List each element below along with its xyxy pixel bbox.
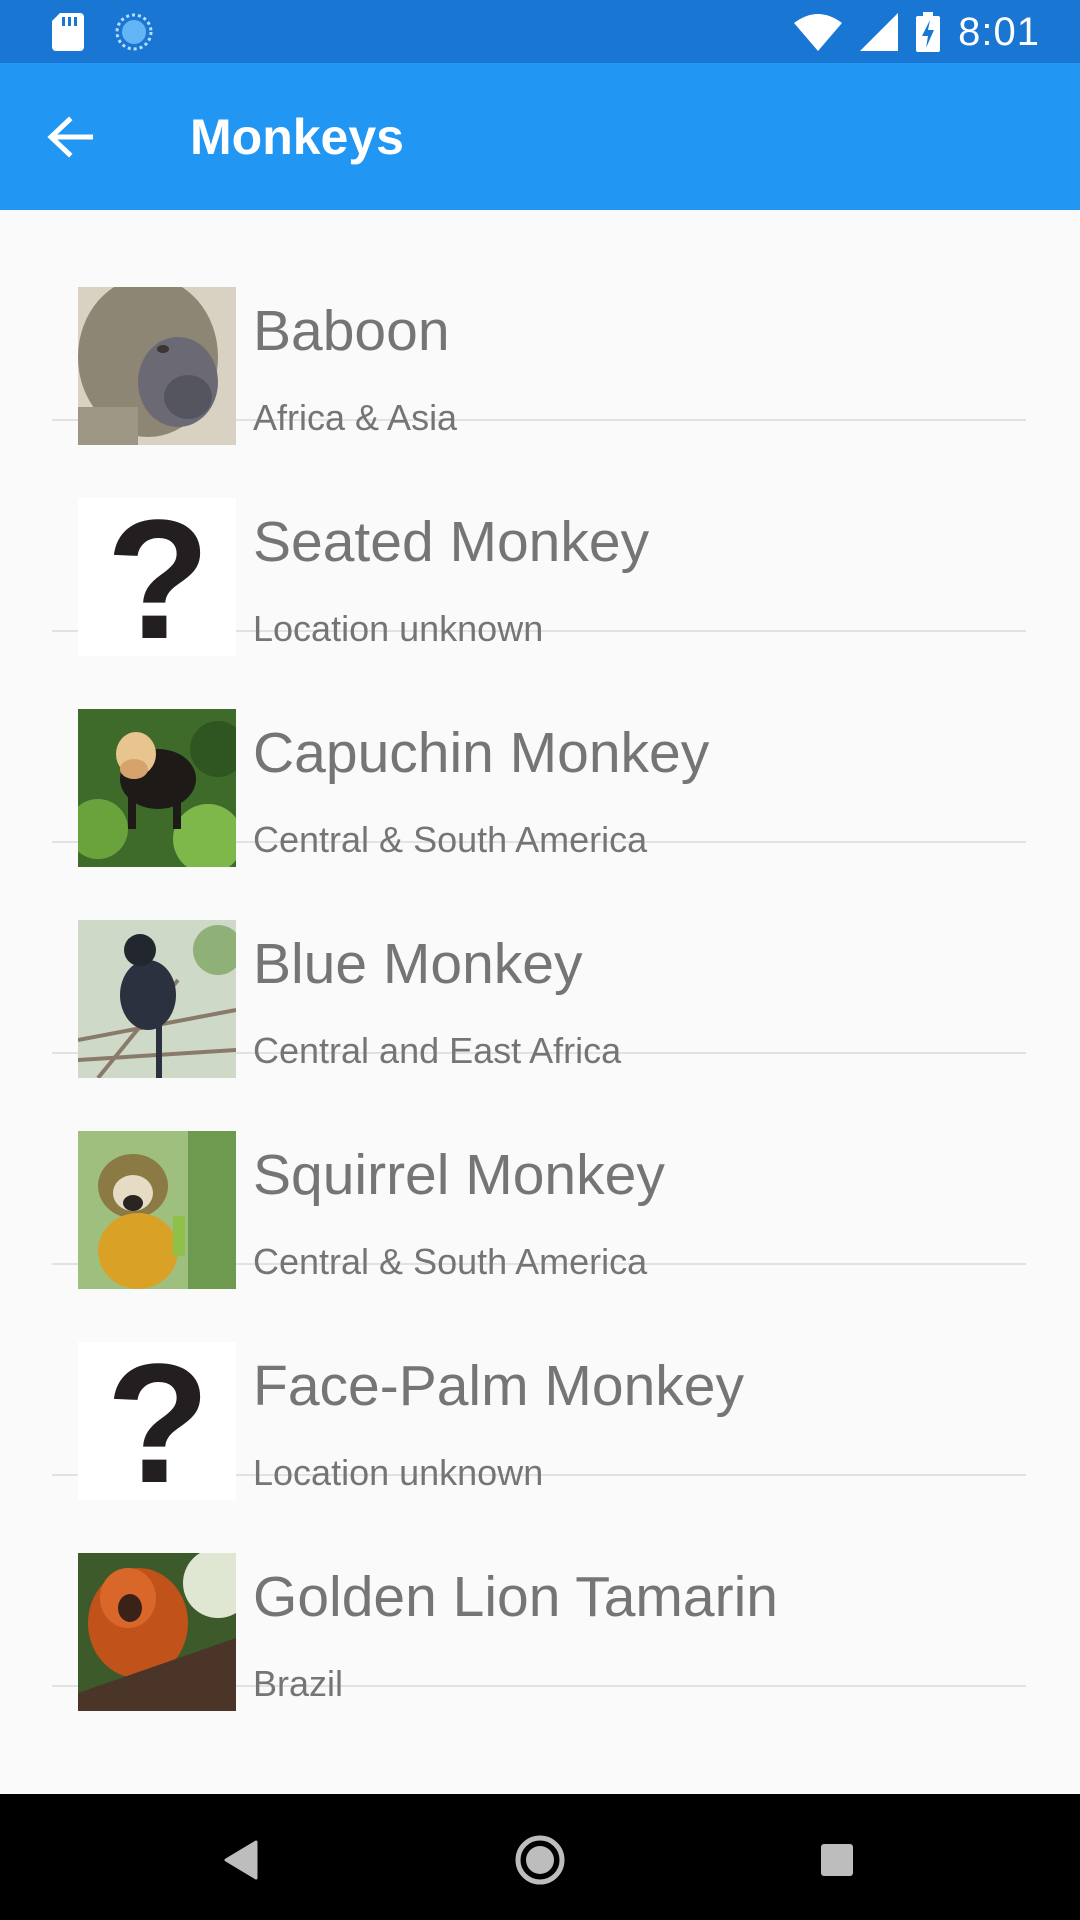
cellular-signal-icon [860, 13, 899, 51]
monkey-location: Brazil [253, 1663, 344, 1704]
monkey-name: Capuchin Monkey [253, 721, 710, 785]
app-bar: Monkeys [0, 63, 1080, 210]
list-item[interactable]: Capuchin Monkey Central & South America [52, 632, 1026, 867]
nav-recents-button[interactable] [797, 1824, 877, 1896]
monkey-name: Squirrel Monkey [253, 1143, 665, 1207]
golden-lion-tamarin-photo [78, 1553, 236, 1711]
list-item[interactable]: Blue Monkey Central and East Africa [52, 843, 1026, 1078]
list-item[interactable]: ? Seated Monkey Location unknown [52, 421, 1026, 656]
sync-icon [115, 13, 153, 51]
monkey-name: Face-Palm Monkey [253, 1354, 744, 1418]
list-item[interactable]: Baboon Africa & Asia [52, 210, 1026, 445]
sd-card-icon [52, 13, 84, 51]
monkey-name: Baboon [253, 299, 450, 363]
list-item[interactable]: Golden Lion Tamarin Brazil [52, 1476, 1026, 1711]
wifi-icon [794, 14, 843, 51]
recents-square-icon [821, 1844, 853, 1876]
status-left-icons [52, 12, 154, 52]
status-time: 8:01 [958, 10, 1040, 54]
monkey-name: Blue Monkey [253, 932, 583, 996]
page-title: Monkeys [190, 109, 404, 165]
home-circle-icon [515, 1835, 565, 1885]
back-button[interactable] [30, 101, 110, 173]
monkey-name: Golden Lion Tamarin [253, 1565, 778, 1629]
list-item[interactable]: ? Face-Palm Monkey Location unknown [52, 1265, 1026, 1500]
nav-home-button[interactable] [500, 1824, 580, 1896]
system-nav-bar [0, 1794, 1080, 1920]
status-right-icons: 8:01 [794, 8, 1040, 56]
arrow-back-icon [47, 116, 93, 158]
status-bar: 8:01 [0, 0, 1080, 63]
back-triangle-icon [224, 1840, 258, 1880]
monkey-name: Seated Monkey [253, 510, 650, 574]
nav-back-button[interactable] [200, 1824, 280, 1896]
battery-charging-icon [916, 12, 941, 52]
list-item[interactable]: Squirrel Monkey Central & South America [52, 1054, 1026, 1289]
